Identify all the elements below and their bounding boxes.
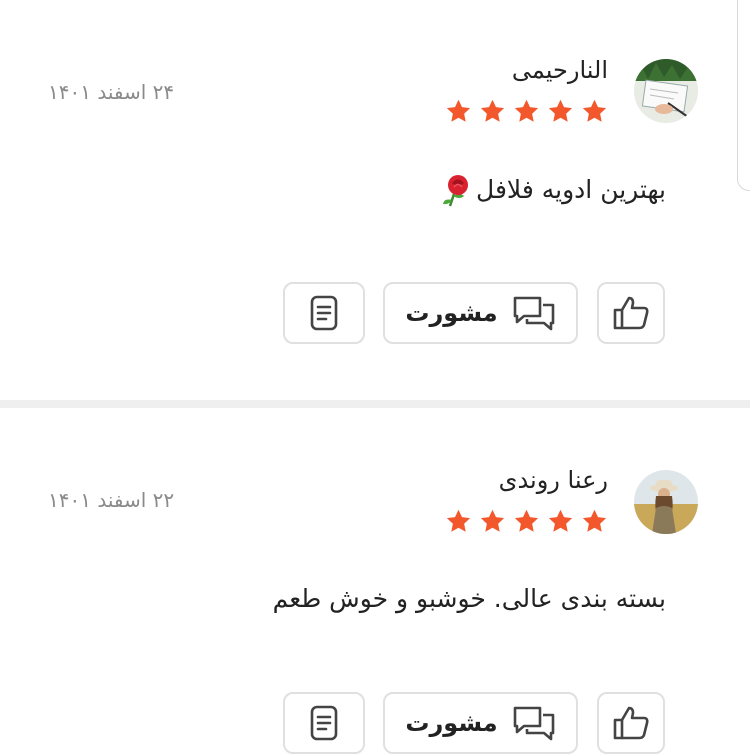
review-card: رعنا روندی ۲۲ اسفند ۱۴۰۱ بسته بندی عالی.…	[0, 410, 750, 754]
avatar	[634, 59, 698, 123]
consult-button[interactable]: مشورت	[383, 282, 578, 344]
star-icon	[582, 509, 607, 532]
star-icon	[480, 99, 505, 122]
document-icon	[310, 295, 338, 331]
chat-bubbles-icon	[513, 706, 554, 741]
divider	[0, 400, 750, 408]
report-button[interactable]	[283, 282, 365, 344]
star-icon	[582, 99, 607, 122]
consult-label: مشورت	[405, 709, 498, 737]
thumbs-up-icon	[613, 706, 649, 740]
star-icon	[446, 509, 471, 532]
star-rating	[445, 98, 608, 125]
star-icon	[548, 99, 573, 122]
author-name: رعنا روندی	[498, 466, 608, 494]
star-rating	[445, 508, 608, 535]
star-icon	[514, 509, 539, 532]
review-date: ۲۲ اسفند ۱۴۰۱	[48, 488, 175, 512]
document-icon	[310, 705, 338, 741]
author-name: النارحیمی	[511, 56, 608, 84]
star-icon	[446, 99, 471, 122]
review-comment: بسته بندی عالی. خوشبو و خوش طعم	[272, 584, 666, 613]
like-button[interactable]	[597, 282, 665, 344]
review-date: ۲۴ اسفند ۱۴۰۱	[48, 80, 175, 104]
consult-button[interactable]: مشورت	[383, 692, 578, 754]
report-button[interactable]	[283, 692, 365, 754]
comment-text: بهترین ادویه فلافل	[476, 175, 666, 204]
star-icon	[514, 99, 539, 122]
like-button[interactable]	[597, 692, 665, 754]
thumbs-up-icon	[613, 296, 649, 330]
rose-emoji-icon	[443, 175, 469, 207]
chat-bubbles-icon	[513, 296, 554, 331]
avatar	[634, 470, 698, 534]
star-icon	[480, 509, 505, 532]
review-card: النارحیمی ۲۴ اسفند ۱۴۰۱ بهترین ادویه فلا…	[0, 0, 750, 402]
consult-label: مشورت	[405, 299, 498, 327]
review-comment: بهترین ادویه فلافل	[440, 174, 666, 208]
star-icon	[548, 509, 573, 532]
